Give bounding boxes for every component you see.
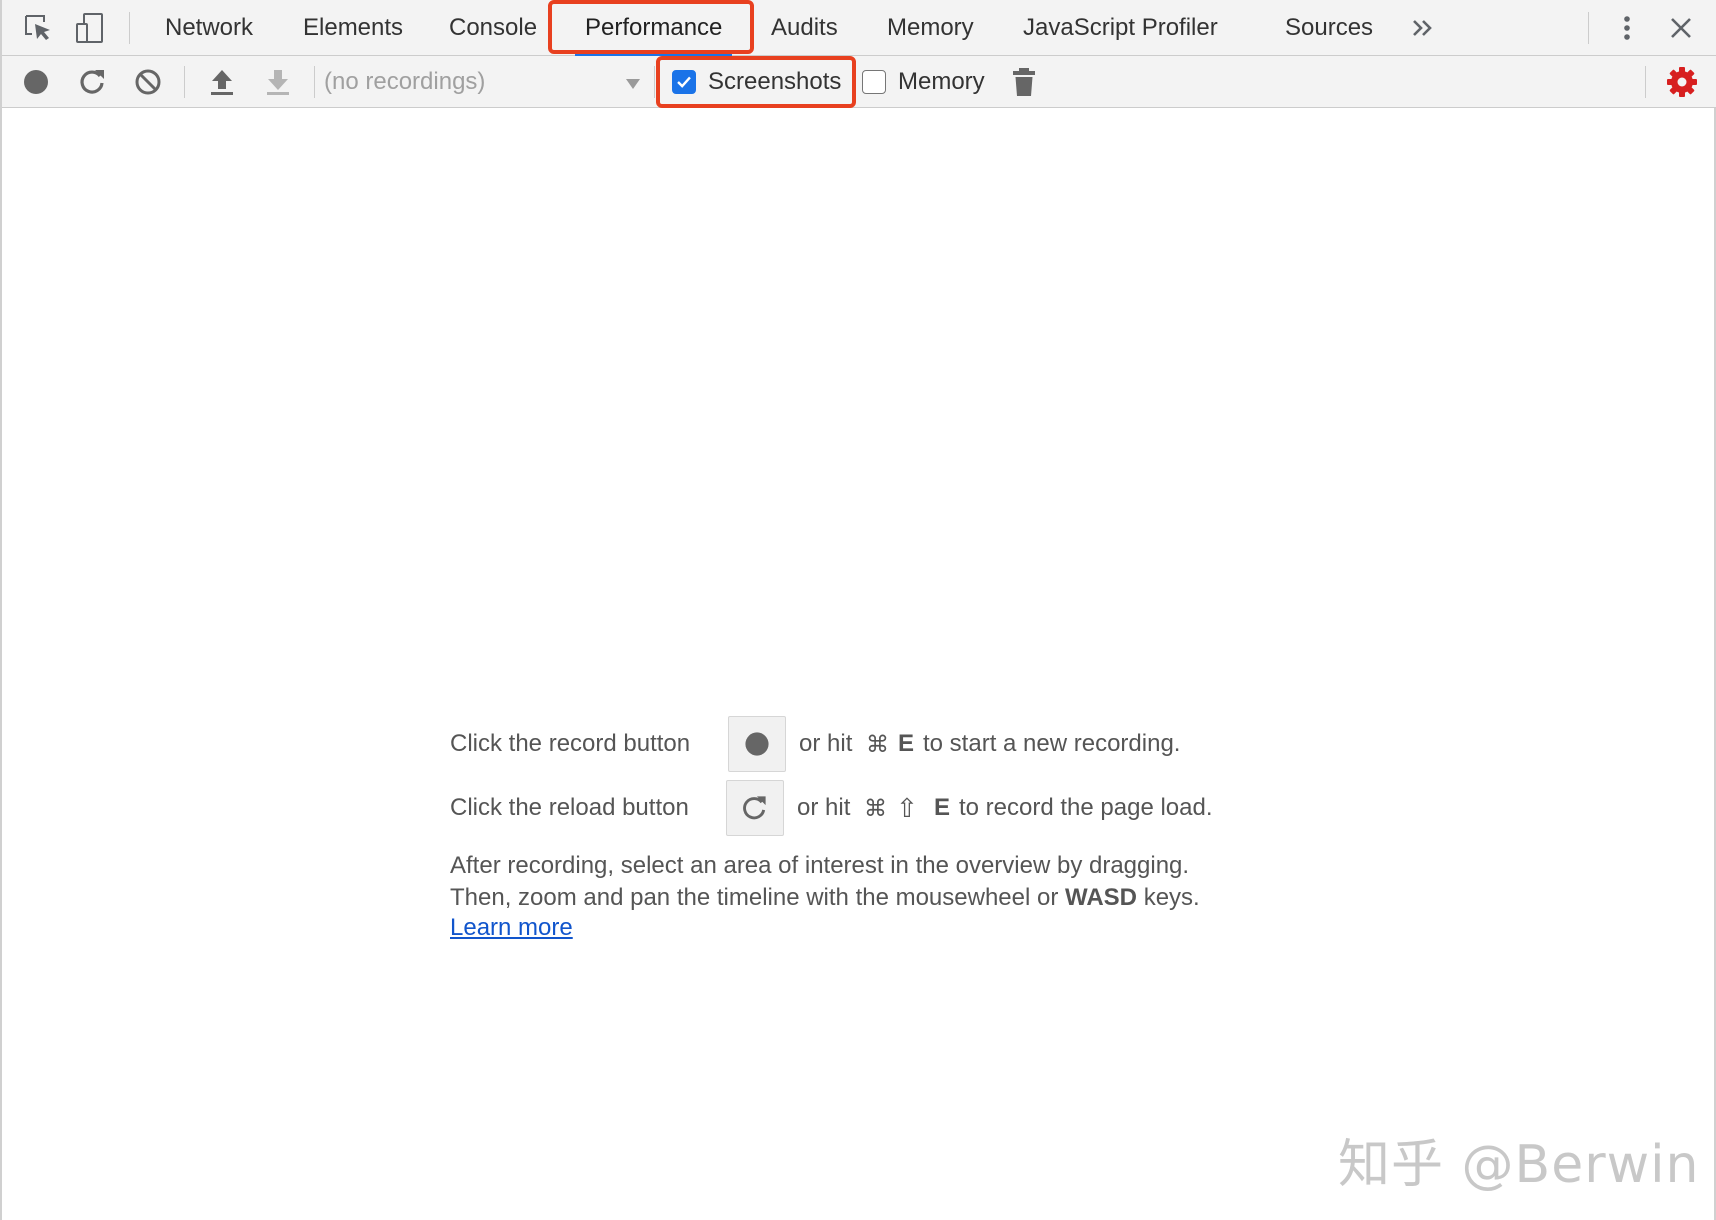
close-icon[interactable] — [1666, 12, 1696, 44]
select-element-icon[interactable] — [22, 12, 56, 44]
memory-label[interactable]: Memory — [898, 64, 985, 100]
reload-suffix: to record the page load. — [959, 794, 1213, 821]
performance-toolbar: (no recordings) Screenshots Memory — [2, 56, 1716, 108]
tab-console[interactable]: Console — [449, 0, 537, 56]
tab-performance[interactable]: Performance — [574, 0, 733, 56]
tab-javascript-profiler[interactable]: JavaScript Profiler — [1023, 0, 1218, 56]
help-line-1: After recording, select an area of inter… — [450, 852, 1190, 879]
checkmark-icon — [677, 76, 691, 88]
tab-audits[interactable]: Audits — [771, 0, 838, 56]
more-tabs-icon[interactable] — [1408, 14, 1438, 42]
chevron-down-icon — [626, 79, 640, 89]
device-toolbar-icon[interactable] — [74, 12, 108, 44]
settings-icon[interactable] — [1666, 66, 1698, 98]
help-line-2-pre: Then, zoom and pan the timeline with the… — [450, 884, 1059, 911]
reload-prefix: Click the reload button — [450, 794, 689, 821]
tab-elements[interactable]: Elements — [303, 0, 403, 56]
learn-more-link[interactable]: Learn more — [450, 912, 573, 944]
reload-icon[interactable] — [76, 66, 108, 98]
memory-checkbox[interactable] — [862, 70, 886, 94]
record-icon[interactable] — [20, 66, 52, 98]
help-line-2-post: keys. — [1143, 884, 1200, 911]
recording-help-text: After recording, select an area of inter… — [450, 850, 1200, 914]
screenshots-label[interactable]: Screenshots — [708, 64, 841, 100]
shift-key-icon: ⇧ — [896, 793, 918, 823]
devtools-tabbar: Network Elements Console Performance Aud… — [2, 0, 1716, 56]
tab-sources[interactable]: Sources — [1285, 0, 1373, 56]
help-line-2: Then, zoom and pan the timeline with the… — [450, 882, 1200, 914]
tabbar-divider — [129, 12, 130, 44]
inline-record-button[interactable] — [728, 716, 786, 772]
toolbar-divider-4 — [1645, 66, 1646, 98]
inline-reload-button[interactable] — [726, 780, 784, 836]
toolbar-divider — [184, 66, 185, 98]
save-profile-icon[interactable] — [262, 66, 294, 98]
wasd-keys: WASD — [1065, 884, 1138, 911]
toolbar-divider-3 — [654, 66, 655, 98]
clear-icon[interactable] — [132, 66, 164, 98]
tab-network[interactable]: Network — [165, 0, 253, 56]
recordings-select-value: (no recordings) — [324, 68, 486, 95]
record-or-hit: or hit — [799, 730, 853, 757]
reload-or-hit: or hit — [797, 794, 851, 821]
record-suffix: to start a new recording. — [923, 730, 1181, 757]
tab-memory[interactable]: Memory — [887, 0, 974, 56]
devtools-frame: Network Elements Console Performance Aud… — [0, 0, 1716, 1220]
toolbar-divider-2 — [314, 66, 315, 98]
tabbar-divider-right — [1588, 12, 1589, 44]
kebab-menu-icon[interactable] — [1612, 12, 1642, 44]
reload-key: E — [934, 794, 951, 821]
trash-icon[interactable] — [1007, 66, 1041, 98]
command-key-icon: ⌘ — [866, 731, 889, 757]
recordings-select[interactable]: (no recordings) — [322, 64, 646, 100]
record-key: E — [898, 730, 915, 757]
command-key-icon: ⌘ — [864, 795, 887, 821]
screenshots-checkbox[interactable] — [672, 70, 696, 94]
record-prefix: Click the record button — [450, 730, 691, 757]
watermark: 知乎 @Berwin — [1338, 1135, 1700, 1195]
load-profile-icon[interactable] — [206, 66, 238, 98]
